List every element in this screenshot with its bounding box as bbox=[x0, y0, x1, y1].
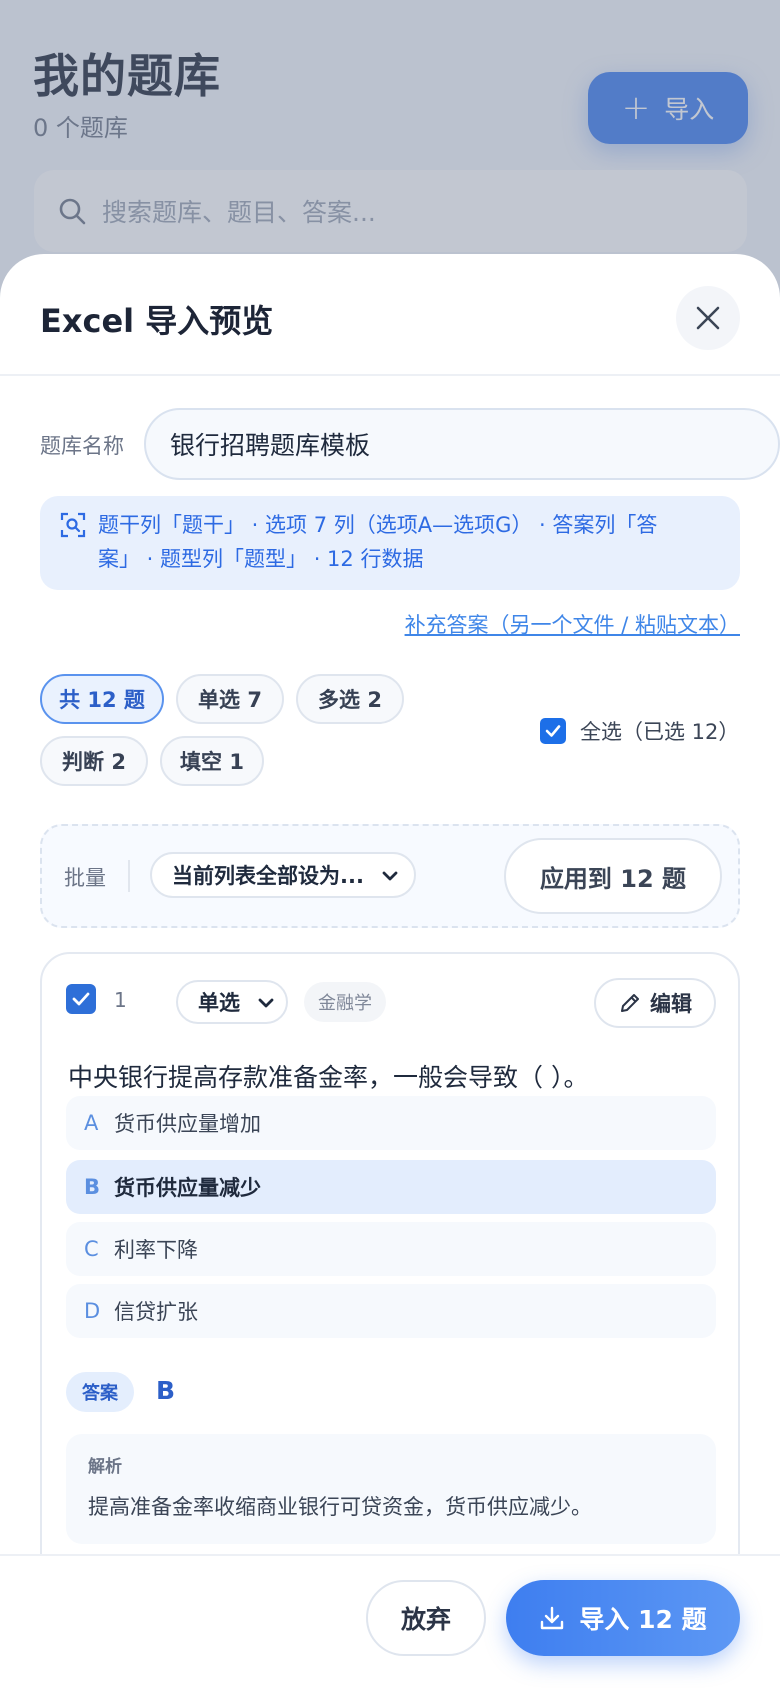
question-card: 1 单选 金融学 编辑 中央银行提高存款准备金率，一般会导致（ ）。 A 货币供… bbox=[40, 952, 740, 1592]
chevron-down-icon bbox=[258, 998, 274, 1008]
select-all-checkbox[interactable] bbox=[540, 718, 566, 744]
batch-divider bbox=[128, 860, 130, 892]
info-line-1: 题干列「题干」 · 选项 7 列（选项A—选项G） · 答案列「答 bbox=[98, 513, 658, 537]
apply-batch-button[interactable]: 应用到 12 题 bbox=[504, 838, 722, 914]
explanation-box: 解析 提高准备金率收缩商业银行可贷资金，货币供应减少。 bbox=[66, 1434, 716, 1544]
option-a: A 货币供应量增加 bbox=[66, 1096, 716, 1150]
select-all-toggle[interactable]: 全选（已选 12） bbox=[540, 716, 739, 746]
option-text: 货币供应量增加 bbox=[114, 1112, 261, 1136]
question-number: 1 bbox=[114, 988, 127, 1012]
batch-type-select[interactable]: 当前列表全部设为... bbox=[150, 852, 416, 898]
option-letter: C bbox=[84, 1237, 99, 1261]
batch-label: 批量 bbox=[64, 866, 106, 890]
question-type-select[interactable]: 单选 bbox=[176, 980, 288, 1024]
scan-icon bbox=[60, 512, 86, 538]
discard-button[interactable]: 放弃 bbox=[366, 1580, 486, 1656]
option-text: 货币供应量减少 bbox=[114, 1176, 261, 1200]
subject-tag: 金融学 bbox=[304, 982, 386, 1022]
close-button[interactable] bbox=[676, 286, 740, 350]
edit-button[interactable]: 编辑 bbox=[594, 978, 716, 1028]
question-checkbox[interactable] bbox=[66, 984, 96, 1014]
select-all-label: 全选（已选 12） bbox=[580, 720, 740, 744]
sheet-title: Excel 导入预览 bbox=[40, 302, 274, 340]
edit-label: 编辑 bbox=[650, 992, 692, 1016]
option-letter: A bbox=[84, 1111, 99, 1135]
option-text: 信贷扩张 bbox=[114, 1300, 198, 1324]
question-text: 中央银行提高存款准备金率，一般会导致（ ）。 bbox=[68, 1063, 589, 1092]
confirm-import-button[interactable]: 导入 12 题 bbox=[506, 1580, 740, 1656]
filter-single[interactable]: 单选 7 bbox=[176, 674, 284, 724]
filter-all[interactable]: 共 12 题 bbox=[40, 674, 164, 724]
option-letter: B bbox=[84, 1175, 101, 1199]
sheet-footer: 放弃 导入 12 题 bbox=[0, 1554, 780, 1688]
answer-tag: 答案 bbox=[66, 1372, 134, 1412]
bank-name-label: 题库名称 bbox=[40, 434, 124, 458]
explanation-label: 解析 bbox=[88, 1457, 122, 1477]
batch-select-value: 当前列表全部设为... bbox=[172, 864, 364, 888]
filter-multi[interactable]: 多选 2 bbox=[296, 674, 404, 724]
filter-judge[interactable]: 判断 2 bbox=[40, 736, 148, 786]
bank-name-input[interactable] bbox=[144, 408, 780, 480]
supplement-answer-link[interactable]: 补充答案（另一个文件 / 粘贴文本） bbox=[405, 609, 740, 639]
answer-value: B bbox=[156, 1376, 176, 1405]
import-preview-sheet: Excel 导入预览 题库名称 题干列「题干」 · 选项 7 列（选项A—选项G… bbox=[0, 254, 780, 1688]
sheet-header: Excel 导入预览 bbox=[0, 254, 780, 376]
filter-fill[interactable]: 填空 1 bbox=[160, 736, 264, 786]
check-icon bbox=[72, 992, 90, 1006]
option-letter: D bbox=[84, 1299, 101, 1323]
explanation-text: 提高准备金率收缩商业银行可贷资金，货币供应减少。 bbox=[88, 1495, 592, 1519]
confirm-import-label: 导入 12 题 bbox=[579, 1605, 707, 1634]
info-line-2: 案」 · 题型列「题型」 · 12 行数据 bbox=[98, 547, 424, 571]
batch-panel: 批量 当前列表全部设为... 应用到 12 题 bbox=[40, 824, 740, 928]
bank-name-row: 题库名称 bbox=[40, 408, 780, 480]
chevron-down-icon bbox=[382, 871, 398, 881]
option-d: D 信贷扩张 bbox=[66, 1284, 716, 1338]
download-icon bbox=[541, 1606, 564, 1630]
option-b: B 货币供应量减少 bbox=[66, 1160, 716, 1214]
pencil-icon bbox=[621, 994, 639, 1012]
close-icon bbox=[696, 306, 720, 330]
option-text: 利率下降 bbox=[114, 1238, 198, 1262]
option-c: C 利率下降 bbox=[66, 1222, 716, 1276]
question-type-value: 单选 bbox=[198, 991, 240, 1015]
check-icon bbox=[545, 725, 561, 737]
column-mapping-info: 题干列「题干」 · 选项 7 列（选项A—选项G） · 答案列「答 案」 · 题… bbox=[40, 496, 740, 590]
